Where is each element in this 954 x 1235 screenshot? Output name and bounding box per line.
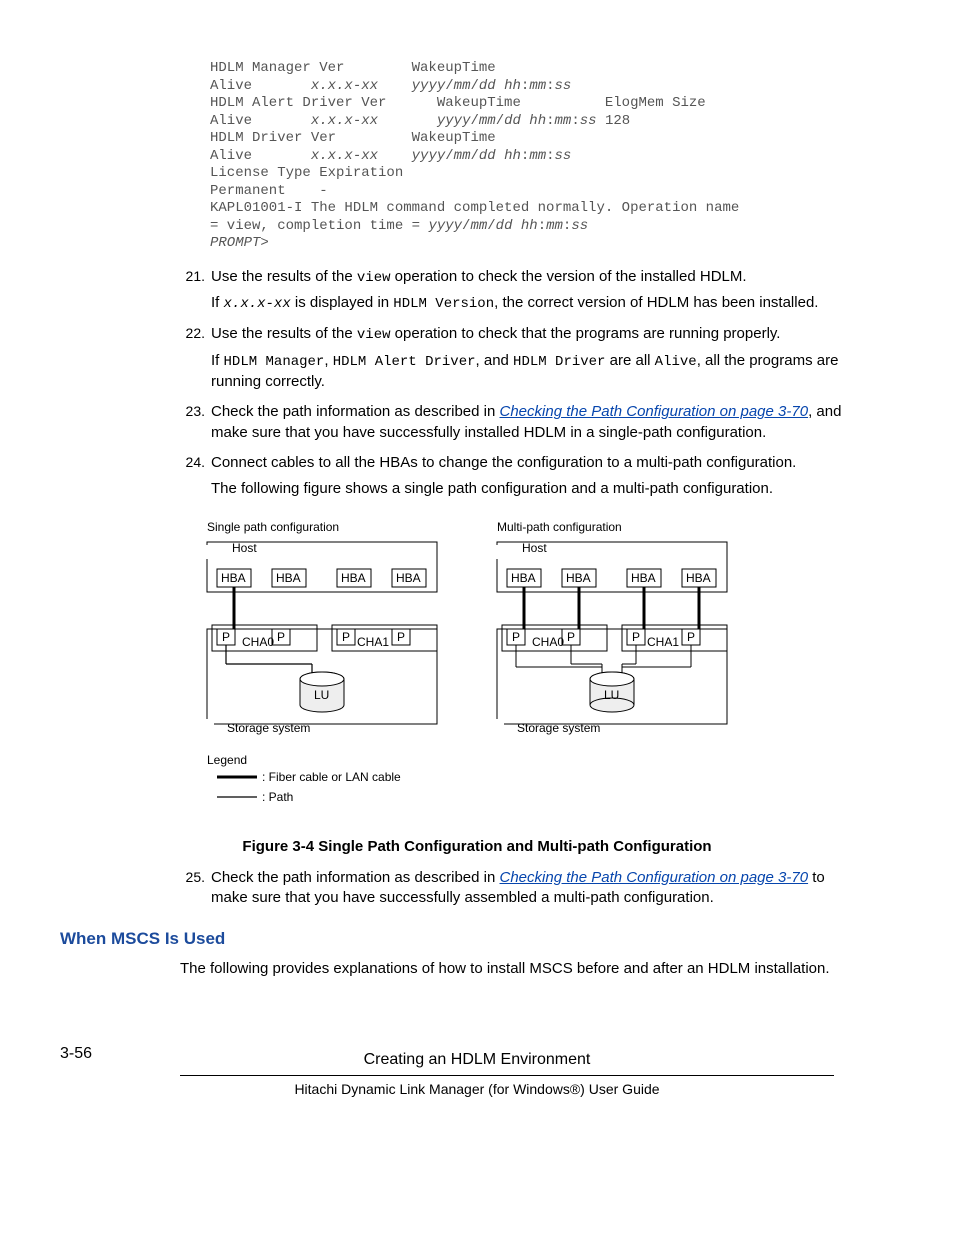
svg-text:HBA: HBA xyxy=(686,571,711,585)
svg-text:HBA: HBA xyxy=(396,571,421,585)
svg-text:CHA0: CHA0 xyxy=(532,635,564,649)
step-number: 25. xyxy=(175,868,205,909)
svg-text:P: P xyxy=(277,630,285,644)
svg-text:Single path configuration: Single path configuration xyxy=(207,520,339,534)
svg-text:Host: Host xyxy=(232,541,257,555)
svg-text:LU: LU xyxy=(604,688,619,702)
figure-diagram: Single path configuration Host HBA HBA H… xyxy=(60,519,894,829)
svg-text:P: P xyxy=(222,630,230,644)
step-number: 21. xyxy=(175,267,205,315)
svg-text:Host: Host xyxy=(522,541,547,555)
section-heading: When MSCS Is Used xyxy=(60,928,894,951)
section-body: The following provides explanations of h… xyxy=(180,959,894,979)
svg-text:CHA1: CHA1 xyxy=(647,635,679,649)
svg-text:P: P xyxy=(512,630,520,644)
svg-text:Multi-path configuration: Multi-path configuration xyxy=(497,520,622,534)
step-body: Check the path information as described … xyxy=(211,868,894,909)
figure-caption: Figure 3-4 Single Path Configuration and… xyxy=(60,837,894,857)
page-footer: 3-56 Creating an HDLM Environment Hitach… xyxy=(60,1049,894,1098)
page-number: 3-56 xyxy=(60,1043,92,1065)
svg-text:LU: LU xyxy=(314,688,329,702)
svg-text:Storage system: Storage system xyxy=(517,721,600,735)
step-body: Connect cables to all the HBAs to change… xyxy=(211,453,894,500)
step-number: 22. xyxy=(175,324,205,392)
step-list-2: 25. Check the path information as descri… xyxy=(60,868,894,909)
step-body: Use the results of the view operation to… xyxy=(211,324,894,392)
step-body: Check the path information as described … xyxy=(211,402,894,443)
svg-text:HBA: HBA xyxy=(341,571,366,585)
step-number: 23. xyxy=(175,402,205,443)
svg-text:HBA: HBA xyxy=(511,571,536,585)
svg-text:P: P xyxy=(687,630,695,644)
link-checking-path[interactable]: Checking the Path Configuration on page … xyxy=(500,403,809,420)
svg-text:P: P xyxy=(342,630,350,644)
svg-text:Legend: Legend xyxy=(207,753,247,767)
svg-text:HBA: HBA xyxy=(221,571,246,585)
svg-text:: Path: : Path xyxy=(262,790,293,804)
step-number: 24. xyxy=(175,453,205,500)
svg-text:CHA0: CHA0 xyxy=(242,635,274,649)
svg-text:P: P xyxy=(397,630,405,644)
code-output: HDLM Manager Ver WakeupTime Alive x.x.x-… xyxy=(210,60,894,253)
svg-text:Storage system: Storage system xyxy=(227,721,310,735)
svg-text:HBA: HBA xyxy=(566,571,591,585)
svg-text:P: P xyxy=(632,630,640,644)
link-checking-path-2[interactable]: Checking the Path Configuration on page … xyxy=(500,869,809,886)
footer-title: Creating an HDLM Environment xyxy=(364,1051,591,1068)
svg-text:HBA: HBA xyxy=(276,571,301,585)
svg-text:P: P xyxy=(567,630,575,644)
step-body: Use the results of the view operation to… xyxy=(211,267,894,315)
svg-text:CHA1: CHA1 xyxy=(357,635,389,649)
step-list: 21. Use the results of the view operatio… xyxy=(60,267,894,500)
svg-text:HBA: HBA xyxy=(631,571,656,585)
footer-subtitle: Hitachi Dynamic Link Manager (for Window… xyxy=(60,1080,894,1099)
svg-text:: Fiber cable or LAN cable: : Fiber cable or LAN cable xyxy=(262,770,401,784)
